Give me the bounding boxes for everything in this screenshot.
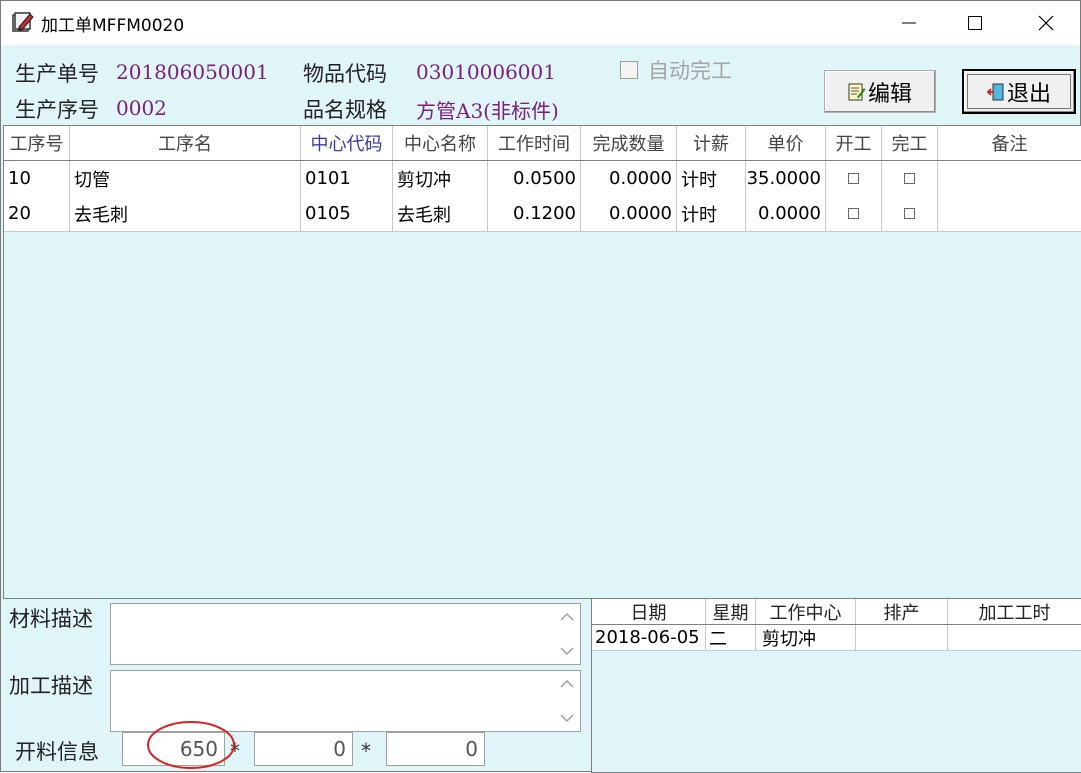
material-desc-input[interactable]: [110, 603, 556, 665]
edit-document-icon: [12, 12, 34, 32]
cell-price[interactable]: 0.0000: [746, 196, 826, 231]
cell-pay[interactable]: 计时: [677, 161, 746, 196]
exit-button-label: 退出: [1006, 81, 1051, 107]
item-code-label: 物品代码: [303, 62, 387, 86]
highlight-circle-annotation: [147, 721, 235, 769]
cell-center-code[interactable]: 0105: [301, 196, 393, 231]
process-grid[interactable]: 工序号 工序名 中心代码 中心名称 工作时间 完成数量 计薪 单价 开工 完工 …: [3, 125, 1081, 599]
main-window: 加工单MFFM0020 生产单号 201806050001 生产序号 0002 …: [0, 0, 1081, 773]
seq-no-label: 生产序号: [15, 98, 99, 122]
col-header-note[interactable]: 备注: [938, 126, 1081, 160]
close-button[interactable]: [1023, 1, 1069, 45]
seq-no-value: 0002: [116, 96, 167, 120]
auto-complete-checkbox[interactable]: 自动完工: [620, 59, 732, 83]
start-checkbox[interactable]: [848, 173, 859, 184]
exit-door-icon: [986, 83, 1004, 100]
order-no-value: 201806050001: [116, 60, 269, 84]
cell-work-time[interactable]: 0.0500: [488, 161, 581, 196]
schedule-grid[interactable]: 日期 星期 工作中心 排产 加工工时 2018-06-05 二 剪切冲: [591, 598, 1081, 773]
cell-done-qty[interactable]: 0.0000: [581, 196, 677, 231]
item-spec-value: 方管A3(非标件): [416, 99, 559, 123]
table-row[interactable]: 20 去毛刺 0105 去毛刺 0.1200 0.0000 计时 0.0000: [4, 196, 1081, 232]
finish-checkbox[interactable]: [904, 208, 915, 219]
cell-seq[interactable]: 20: [4, 196, 70, 231]
cell-center-code[interactable]: 0101: [301, 161, 393, 196]
cell-date[interactable]: 2018-06-05: [592, 625, 706, 650]
process-desc-scrollbar[interactable]: [554, 670, 581, 732]
cell-hours[interactable]: [948, 625, 1081, 650]
cell-plan[interactable]: [856, 625, 948, 650]
cell-pay[interactable]: 计时: [677, 196, 746, 231]
cell-name[interactable]: 去毛刺: [70, 196, 301, 231]
table-row[interactable]: 10 切管 0101 剪切冲 0.0500 0.0000 计时 35.0000: [4, 161, 1081, 197]
process-grid-header: 工序号 工序名 中心代码 中心名称 工作时间 完成数量 计薪 单价 开工 完工 …: [4, 126, 1081, 161]
col-header-pay[interactable]: 计薪: [677, 126, 746, 160]
edit-button-label: 编辑: [867, 81, 912, 107]
title-bar: 加工单MFFM0020: [1, 1, 1080, 45]
cell-name[interactable]: 切管: [70, 161, 301, 196]
edit-note-icon: [848, 83, 866, 100]
start-checkbox[interactable]: [848, 208, 859, 219]
close-icon: [1038, 15, 1054, 31]
window-title: 加工单MFFM0020: [41, 16, 185, 36]
cell-center-name[interactable]: 剪切冲: [393, 161, 488, 196]
auto-complete-label: 自动完工: [648, 59, 732, 83]
material-desc-label: 材料描述: [9, 607, 93, 631]
col-header-center-code[interactable]: 中心代码: [301, 126, 393, 160]
col-header-weekday[interactable]: 星期: [706, 599, 756, 624]
material-desc-scrollbar[interactable]: [554, 603, 581, 665]
col-header-name[interactable]: 工序名: [70, 126, 301, 160]
cell-finish[interactable]: [882, 161, 938, 196]
cell-done-qty[interactable]: 0.0000: [581, 161, 677, 196]
cell-price[interactable]: 35.0000: [746, 161, 826, 196]
minimize-icon: [902, 22, 916, 24]
maximize-button[interactable]: [952, 1, 998, 45]
scroll-down-icon[interactable]: [560, 713, 574, 723]
order-no-label: 生产单号: [15, 62, 99, 86]
minimize-button[interactable]: [886, 1, 932, 45]
col-header-work-time[interactable]: 工作时间: [488, 126, 581, 160]
scroll-down-icon[interactable]: [560, 646, 574, 656]
table-row[interactable]: 2018-06-05 二 剪切冲: [592, 625, 1081, 651]
col-header-seq[interactable]: 工序号: [4, 126, 70, 160]
col-header-center[interactable]: 工作中心: [756, 599, 856, 624]
maximize-icon: [968, 16, 982, 30]
col-header-center-name[interactable]: 中心名称: [393, 126, 488, 160]
scroll-up-icon[interactable]: [560, 679, 574, 689]
cell-start[interactable]: [826, 196, 882, 231]
multiply-sign: *: [361, 739, 371, 763]
cell-center[interactable]: 剪切冲: [756, 625, 856, 650]
cell-note[interactable]: [938, 161, 1081, 196]
item-spec-label: 品名规格: [303, 98, 387, 122]
cut-width-input[interactable]: 0: [254, 732, 353, 766]
schedule-grid-header: 日期 星期 工作中心 排产 加工工时: [592, 599, 1081, 625]
col-header-finish[interactable]: 完工: [882, 126, 938, 160]
item-code-value: 03010006001: [416, 60, 556, 84]
exit-button[interactable]: 退出: [962, 69, 1076, 114]
cell-start[interactable]: [826, 161, 882, 196]
cell-center-name[interactable]: 去毛刺: [393, 196, 488, 231]
col-header-date[interactable]: 日期: [592, 599, 706, 624]
cell-work-time[interactable]: 0.1200: [488, 196, 581, 231]
cell-note[interactable]: [938, 196, 1081, 231]
finish-checkbox[interactable]: [904, 173, 915, 184]
col-header-start[interactable]: 开工: [826, 126, 882, 160]
cell-weekday[interactable]: 二: [706, 625, 756, 650]
edit-button[interactable]: 编辑: [824, 70, 936, 113]
cell-finish[interactable]: [882, 196, 938, 231]
checkbox-box[interactable]: [620, 61, 638, 79]
col-header-plan[interactable]: 排产: [856, 599, 948, 624]
process-desc-label: 加工描述: [9, 674, 93, 698]
col-header-hours[interactable]: 加工工时: [948, 599, 1081, 624]
cell-seq[interactable]: 10: [4, 161, 70, 196]
col-header-done-qty[interactable]: 完成数量: [581, 126, 677, 160]
cut-height-input[interactable]: 0: [386, 732, 485, 766]
scroll-up-icon[interactable]: [560, 612, 574, 622]
col-header-price[interactable]: 单价: [746, 126, 826, 160]
cutting-info-label: 开料信息: [15, 740, 99, 764]
